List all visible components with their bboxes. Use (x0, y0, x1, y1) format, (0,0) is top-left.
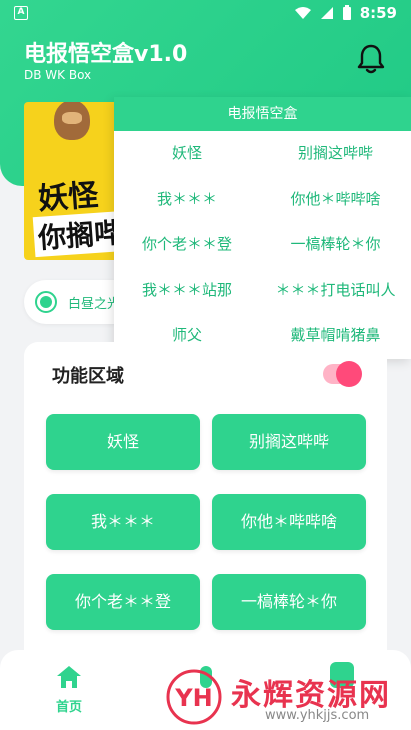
toggle-knob (336, 361, 362, 387)
menu-title: 电报悟空盒 (114, 97, 411, 131)
status-time: 8:59 (359, 4, 397, 22)
banner-image[interactable]: 妖怪 你搁哔 (24, 102, 124, 260)
function-button-4[interactable]: 你他＊哔哔啥 (212, 494, 366, 550)
radio-dot-icon (35, 291, 57, 313)
watermark: YH 永辉资源网 www.yhkjjs.com (165, 668, 411, 730)
function-button-5[interactable]: 你个老＊＊登 (46, 574, 200, 630)
watermark-url: www.yhkjjs.com (265, 708, 370, 723)
function-button-2[interactable]: 别搁这哔哔 (212, 414, 366, 470)
bell-icon[interactable] (354, 42, 388, 76)
notification-a-icon: A (14, 6, 28, 20)
notice-text: 白昼之光 (68, 297, 121, 312)
function-toggle[interactable] (323, 361, 362, 387)
menu-item[interactable]: 别搁这哔哔 (260, 131, 411, 177)
menu-item[interactable]: 你他＊哔哔啥 (260, 177, 411, 223)
menu-item[interactable]: 你个老＊＊登 (114, 222, 260, 268)
battery-icon (342, 5, 351, 20)
function-button-3[interactable]: 我＊＊＊ (46, 494, 200, 550)
nav-home[interactable]: 首页 (46, 664, 92, 715)
menu-item[interactable]: 我＊＊＊ (114, 177, 260, 223)
monkey-face-icon (54, 102, 90, 140)
banner-line2: 你搁哔 (32, 210, 124, 258)
nav-home-label: 首页 (55, 700, 82, 715)
watermark-logo: YH (166, 669, 222, 725)
banner-line1: 妖怪 (37, 177, 100, 218)
menu-item[interactable]: ＊＊＊打电话叫人 (260, 268, 411, 314)
function-button-1[interactable]: 妖怪 (46, 414, 200, 470)
wifi-icon (294, 7, 311, 19)
menu-item[interactable]: 我＊＊＊站那 (114, 268, 260, 314)
app-title: 电报悟空盒v1.0 (24, 42, 188, 67)
app-subtitle: DB WK Box (24, 68, 92, 82)
signal-icon (320, 7, 333, 19)
panel-title: 功能区域 (52, 366, 124, 387)
home-icon (57, 666, 81, 688)
menu-item[interactable]: 一槁棒轮＊你 (260, 222, 411, 268)
menu-item[interactable]: 妖怪 (114, 131, 260, 177)
dropdown-menu: 电报悟空盒 妖怪 别搁这哔哔 我＊＊＊ 你他＊哔哔啥 你个老＊＊登 一槁棒轮＊你… (114, 97, 411, 359)
function-button-6[interactable]: 一槁棒轮＊你 (212, 574, 366, 630)
watermark-logo-text: YH (174, 684, 212, 712)
status-bar: A 8:59 (0, 0, 411, 28)
function-panel: 功能区域 妖怪 别搁这哔哔 我＊＊＊ 你他＊哔哔啥 你个老＊＊登 一槁棒轮＊你 (24, 342, 387, 672)
